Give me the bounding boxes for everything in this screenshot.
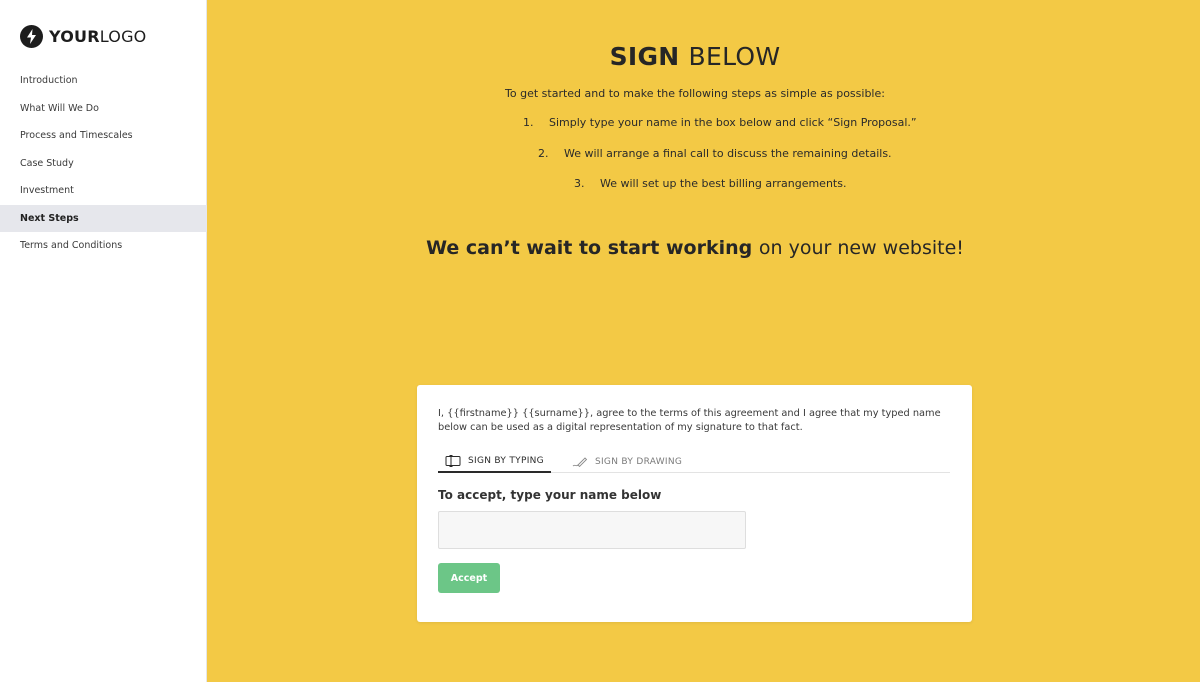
step-text: Simply type your name in the box below a… <box>549 116 917 129</box>
logo-text-bold: YOUR <box>49 26 100 46</box>
agreement-text: I, {{firstname}} {{surname}}, agree to t… <box>438 408 941 433</box>
page-title: SIGN BELOW <box>207 42 1183 71</box>
accept-button[interactable]: Accept <box>438 563 500 593</box>
sidebar-item-what-will-we-do[interactable]: What Will We Do <box>0 95 207 123</box>
page-title-light: BELOW <box>688 42 781 71</box>
step-number: 1. <box>523 116 534 129</box>
signature-tabs: SIGN BY TYPING SIGN BY DRAWING <box>438 450 950 473</box>
tab-label: SIGN BY TYPING <box>468 455 544 466</box>
signature-card: I, {{firstname}} {{surname}}, agree to t… <box>417 385 972 622</box>
sidebar-item-terms-and-conditions[interactable]: Terms and Conditions <box>0 232 207 260</box>
tab-label: SIGN BY DRAWING <box>594 456 683 467</box>
step-item: 2. We will arrange a final call to discus… <box>538 147 892 160</box>
sidebar-item-investment[interactable]: Investment <box>0 177 207 205</box>
logo-text-light: LOGO <box>99 26 147 46</box>
tagline-light: on your new website! <box>758 237 964 259</box>
pen-icon <box>572 456 588 468</box>
main-content: SIGN BELOW To get started and to make th… <box>207 0 1200 682</box>
step-text: We will set up the best billing arrangem… <box>600 177 847 190</box>
tab-sign-by-typing[interactable]: SIGN BY TYPING <box>438 450 551 473</box>
name-input[interactable] <box>438 511 746 549</box>
intro-text: To get started and to make the following… <box>505 87 885 100</box>
sidebar-nav: Introduction What Will We Do Process and… <box>0 67 207 260</box>
name-field-label: To accept, type your name below <box>438 488 662 502</box>
logo[interactable]: YOURLOGO <box>20 24 146 48</box>
step-number: 3. <box>574 177 585 190</box>
keyboard-icon <box>445 454 461 467</box>
tagline: We can’t wait to start working on your n… <box>207 237 1183 259</box>
page-title-bold: SIGN <box>609 42 680 71</box>
step-item: 3. We will set up the best billing arrang… <box>574 177 846 190</box>
step-text: We will arrange a final call to discuss … <box>564 147 892 160</box>
sidebar-item-case-study[interactable]: Case Study <box>0 150 207 178</box>
app-window: YOURLOGO Introduction What Will We Do Pr… <box>0 0 1200 682</box>
sidebar: YOURLOGO Introduction What Will We Do Pr… <box>0 0 207 682</box>
step-item: 1. Simply type your name in the box below… <box>523 116 917 129</box>
sidebar-item-next-steps[interactable]: Next Steps <box>0 204 207 232</box>
logo-text: YOURLOGO <box>49 27 146 46</box>
lightning-bolt-icon <box>20 24 43 48</box>
step-number: 2. <box>538 147 549 160</box>
tab-sign-by-drawing[interactable]: SIGN BY DRAWING <box>565 450 689 473</box>
sidebar-item-process-and-timescales[interactable]: Process and Timescales <box>0 122 207 150</box>
tagline-bold: We can’t wait to start working <box>426 237 753 259</box>
sidebar-item-introduction[interactable]: Introduction <box>0 67 207 95</box>
